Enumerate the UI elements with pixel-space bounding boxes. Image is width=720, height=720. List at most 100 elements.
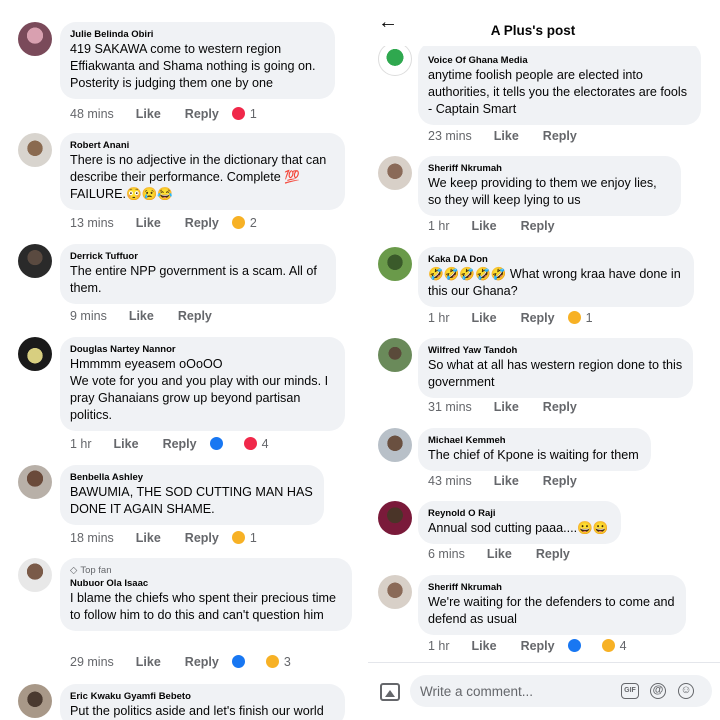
photo-icon[interactable] (380, 683, 400, 701)
comment-time[interactable]: 48 mins (70, 107, 114, 121)
comment-time[interactable]: 29 mins (70, 655, 114, 669)
reply-button[interactable]: Reply (185, 216, 219, 230)
reaction-summary[interactable]: 4 (208, 436, 269, 451)
comment-author[interactable]: Julie Belinda Obiri (70, 28, 325, 41)
comment-author[interactable]: Voice Of Ghana Media (428, 54, 691, 67)
avatar[interactable] (18, 22, 52, 56)
avatar[interactable] (18, 337, 52, 371)
comment-author[interactable]: Sheriff Nkrumah (428, 581, 676, 594)
like-button[interactable]: Like (494, 474, 519, 488)
comment-time[interactable]: 18 mins (70, 531, 114, 545)
comment-author[interactable]: Douglas Nartey Nannor (70, 343, 335, 356)
like-button[interactable]: Like (494, 129, 519, 143)
gif-icon[interactable]: GIF (621, 683, 639, 699)
like-button[interactable]: Like (494, 400, 519, 414)
comment-actions: 48 mins Like Reply 1 (70, 106, 257, 121)
reply-button[interactable]: Reply (543, 129, 577, 143)
avatar[interactable] (378, 338, 412, 372)
comment-author[interactable]: Wilfred Yaw Tandoh (428, 344, 683, 357)
reaction-summary[interactable]: 1 (230, 106, 257, 121)
haha-reaction-icon (230, 530, 246, 545)
avatar[interactable] (378, 575, 412, 609)
like-reaction-icon (208, 436, 224, 451)
reply-button[interactable]: Reply (185, 655, 219, 669)
avatar[interactable] (378, 156, 412, 190)
comment-time[interactable]: 9 mins (70, 309, 107, 323)
comment-text: Hmmmm eyeasem oOoOO We vote for you and … (70, 357, 329, 422)
like-button[interactable]: Like (114, 437, 139, 451)
comment-input-wrapper: GIF @ ☺ (410, 675, 712, 707)
comment-author[interactable]: Sheriff Nkrumah (428, 162, 671, 175)
comment-author[interactable]: Eric Kwaku Gyamfi Bebeto (70, 690, 335, 703)
avatar[interactable] (18, 558, 52, 592)
comment-author[interactable]: Michael Kemmeh (428, 434, 641, 447)
avatar[interactable] (378, 501, 412, 535)
reply-button[interactable]: Reply (543, 400, 577, 414)
reply-button[interactable]: Reply (185, 107, 219, 121)
comment-bubble: Wilfred Yaw Tandoh So what at all has we… (418, 338, 693, 398)
comment-time[interactable]: 6 mins (428, 547, 465, 561)
comment-time[interactable]: 13 mins (70, 216, 114, 230)
comment-text: Annual sod cutting paaa....😀😀 (428, 521, 609, 535)
avatar[interactable] (18, 465, 52, 499)
comment-bubble: Reynold O Raji Annual sod cutting paaa..… (418, 501, 621, 544)
comment-actions: 29 mins Like Reply 3 (70, 654, 291, 669)
like-button[interactable]: Like (136, 216, 161, 230)
reply-button[interactable]: Reply (178, 309, 212, 323)
comment-text: So what at all has western region done t… (428, 358, 683, 389)
like-button[interactable]: Like (129, 309, 154, 323)
avatar[interactable] (378, 42, 412, 76)
comment-time[interactable]: 1 hr (428, 311, 450, 325)
like-button[interactable]: Like (487, 547, 512, 561)
reply-button[interactable]: Reply (521, 311, 555, 325)
comment-author[interactable]: Robert Anani (70, 139, 335, 152)
comment-input[interactable] (410, 675, 610, 707)
haha-reaction-icon (600, 638, 616, 653)
like-button[interactable]: Like (136, 531, 161, 545)
comment-actions: 18 mins Like Reply 1 (70, 530, 257, 545)
reply-button[interactable]: Reply (185, 531, 219, 545)
reply-button[interactable]: Reply (543, 474, 577, 488)
avatar[interactable] (378, 247, 412, 281)
like-button[interactable]: Like (472, 219, 497, 233)
comment-bubble: Eric Kwaku Gyamfi Bebeto Put the politic… (60, 684, 345, 720)
reply-button[interactable]: Reply (536, 547, 570, 561)
comment-time[interactable]: 1 hr (428, 639, 450, 653)
like-button[interactable]: Like (472, 639, 497, 653)
comment-text: 🤣🤣🤣🤣🤣 What wrong kraa have done in this … (428, 267, 681, 298)
like-button[interactable]: Like (136, 655, 161, 669)
comment-actions: 1 hr Like Reply (428, 219, 555, 233)
comment-time[interactable]: 31 mins (428, 400, 472, 414)
reply-button[interactable]: Reply (521, 219, 555, 233)
like-button[interactable]: Like (472, 311, 497, 325)
haha-reaction-icon (566, 310, 582, 325)
avatar[interactable] (18, 133, 52, 167)
reaction-summary[interactable]: 1 (566, 310, 593, 325)
avatar[interactable] (18, 684, 52, 718)
like-button[interactable]: Like (136, 107, 161, 121)
reaction-summary[interactable]: 4 (566, 638, 627, 653)
mention-icon[interactable]: @ (650, 683, 666, 699)
avatar[interactable] (378, 428, 412, 462)
comment-time[interactable]: 1 hr (70, 437, 92, 451)
love-reaction-icon (242, 436, 258, 451)
reaction-summary[interactable]: 1 (230, 530, 257, 545)
avatar[interactable] (18, 244, 52, 278)
comment-time[interactable]: 1 hr (428, 219, 450, 233)
reply-button[interactable]: Reply (163, 437, 197, 451)
emoji-icon[interactable]: ☺ (678, 683, 694, 699)
comment-text: 419 SAKAWA come to western region Effiak… (70, 42, 316, 90)
comment-author[interactable]: Derrick Tuffuor (70, 250, 326, 263)
reaction-summary[interactable]: 2 (230, 215, 257, 230)
comment-bubble: ◇ Top fan Nubuor Ola Isaac I blame the ch… (60, 558, 352, 631)
comment-text: There is no adjective in the dictionary … (70, 153, 327, 201)
comment-time[interactable]: 43 mins (428, 474, 472, 488)
reaction-summary[interactable]: 3 (230, 654, 291, 669)
post-header: ← A Plus's post (368, 0, 720, 46)
reply-button[interactable]: Reply (521, 639, 555, 653)
comment-author[interactable]: Reynold O Raji (428, 507, 611, 520)
comment-author[interactable]: Nubuor Ola Isaac (70, 577, 342, 590)
comment-time[interactable]: 23 mins (428, 129, 472, 143)
comment-author[interactable]: Kaka DA Don (428, 253, 684, 266)
comment-author[interactable]: Benbella Ashley (70, 471, 314, 484)
